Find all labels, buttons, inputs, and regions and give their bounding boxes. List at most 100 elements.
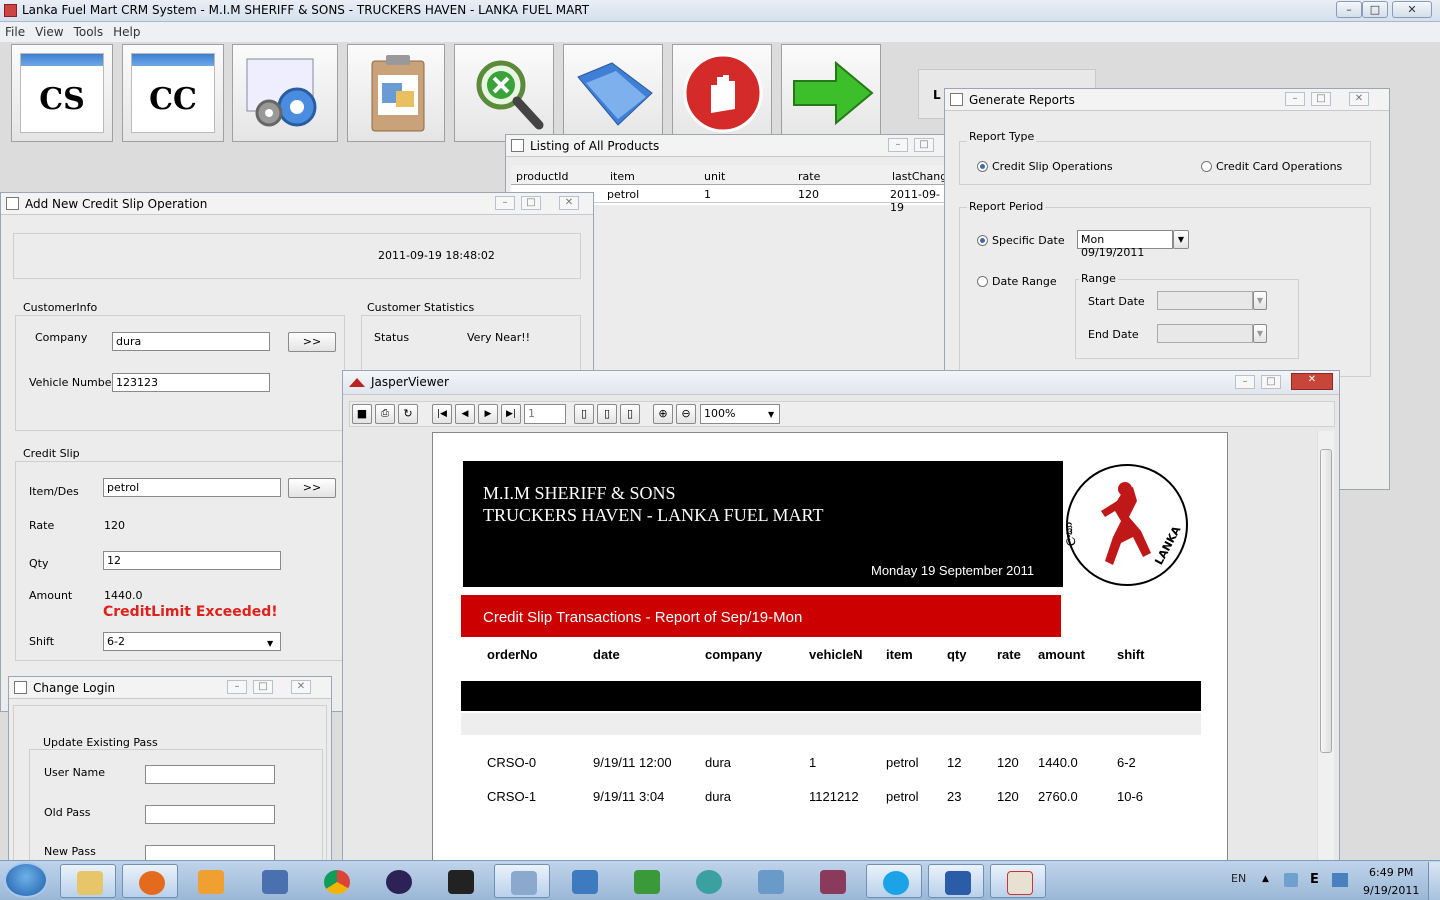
reload-icon[interactable]: ↻ <box>398 404 418 424</box>
close-button[interactable]: ✕ <box>1392 1 1432 18</box>
company-field[interactable]: dura <box>112 332 270 351</box>
settings-button[interactable] <box>232 44 338 142</box>
taskbar-powershell[interactable] <box>556 864 612 898</box>
date-range-radio[interactable] <box>977 276 988 287</box>
col-productid[interactable]: productId <box>516 170 569 183</box>
taskbar-chrome[interactable] <box>308 864 364 898</box>
menu-view[interactable]: View <box>30 22 68 39</box>
scroll-thumb[interactable] <box>1320 449 1332 753</box>
tray-e-icon[interactable]: E <box>1310 872 1319 887</box>
tray-expand-icon[interactable]: ▲ <box>1262 874 1269 884</box>
start-button[interactable] <box>4 862 48 898</box>
taskbar-djrazor[interactable] <box>432 864 488 898</box>
credit-card-button[interactable]: CC <box>122 44 224 142</box>
item-lookup-button[interactable]: >> <box>288 478 336 498</box>
credit-slip-maximize-button[interactable]: □ <box>521 196 541 210</box>
menu-tools[interactable]: Tools <box>69 22 109 39</box>
col-rate[interactable]: rate <box>798 170 820 183</box>
show-desktop-button[interactable] <box>1428 862 1440 900</box>
specific-date-label[interactable]: Specific Date <box>992 234 1065 247</box>
username-field[interactable] <box>145 765 275 784</box>
save-icon[interactable]: ■ <box>352 404 372 424</box>
fit-width-icon[interactable]: ▯ <box>620 404 640 424</box>
taskbar-monitor[interactable] <box>742 864 798 898</box>
taskbar-winrar[interactable] <box>804 864 860 898</box>
products-maximize-button[interactable]: □ <box>914 138 934 152</box>
menu-help[interactable]: Help <box>108 22 145 39</box>
taskbar-virtualbox[interactable] <box>494 864 550 898</box>
credit-card-radio[interactable] <box>1201 161 1212 172</box>
col-item[interactable]: item <box>610 170 635 183</box>
clock-date[interactable]: 9/19/2011 <box>1363 884 1419 897</box>
credit-card-option-label[interactable]: Credit Card Operations <box>1216 160 1342 173</box>
taskbar-media[interactable] <box>182 864 238 898</box>
credit-slip-close-button[interactable]: ✕ <box>559 196 579 210</box>
credit-slip-radio[interactable] <box>977 161 988 172</box>
clipboard-button[interactable] <box>347 44 445 142</box>
jasper-close-button[interactable]: ✕ <box>1291 373 1333 390</box>
stop-button[interactable] <box>672 44 772 142</box>
jasper-maximize-button[interactable]: □ <box>1261 375 1281 389</box>
old-pass-field[interactable] <box>145 805 275 824</box>
col-lastchanged[interactable]: lastChang <box>892 170 947 183</box>
taskbar-word[interactable] <box>928 864 984 898</box>
col-unit[interactable]: unit <box>704 170 725 183</box>
exit-button[interactable] <box>781 44 881 142</box>
login-minimize-button[interactable]: – <box>227 680 247 694</box>
actual-size-icon[interactable]: ▯ <box>574 404 594 424</box>
specific-date-radio[interactable] <box>977 235 988 246</box>
specific-date-field[interactable]: Mon 09/19/2011 <box>1077 230 1173 259</box>
minimize-button[interactable]: – <box>1336 1 1362 18</box>
products-titlebar[interactable]: Listing of All Products – □ <box>506 135 950 157</box>
zoom-in-icon[interactable]: ⊕ <box>653 404 673 424</box>
tray-icon[interactable] <box>1284 873 1298 887</box>
qty-field[interactable]: 12 <box>103 551 281 570</box>
date-picker-button[interactable]: ▼ <box>1173 230 1189 249</box>
end-date-picker-button[interactable]: ▼ <box>1253 324 1267 343</box>
credit-slip-minimize-button[interactable]: – <box>495 196 515 210</box>
clock-time[interactable]: 6:49 PM <box>1369 866 1413 879</box>
company-lookup-button[interactable]: >> <box>288 332 336 352</box>
start-date-field[interactable] <box>1157 291 1253 310</box>
next-page-icon[interactable]: ▶ <box>478 404 498 424</box>
zoom-out-icon[interactable]: ⊖ <box>676 404 696 424</box>
vertical-scrollbar[interactable] <box>1317 431 1334 863</box>
login-close-button[interactable]: ✕ <box>291 680 311 694</box>
item-field[interactable]: petrol <box>103 478 281 497</box>
prev-page-icon[interactable]: ◀ <box>455 404 475 424</box>
reports-maximize-button[interactable]: □ <box>1311 92 1331 106</box>
shift-select[interactable]: 6-2 <box>103 632 281 651</box>
jasper-minimize-button[interactable]: – <box>1235 375 1255 389</box>
credit-slip-button[interactable]: CS <box>11 44 113 142</box>
taskbar-eclipse[interactable] <box>370 864 426 898</box>
network-tray-icon[interactable] <box>1332 873 1348 887</box>
taskbar-java[interactable] <box>990 864 1046 898</box>
start-date-picker-button[interactable]: ▼ <box>1253 291 1267 310</box>
search-delete-button[interactable] <box>454 44 554 142</box>
credit-slip-titlebar[interactable]: Add New Credit Slip Operation – □ ✕ <box>1 193 593 215</box>
language-indicator[interactable]: EN <box>1231 872 1246 885</box>
taskbar-skype[interactable] <box>866 864 922 898</box>
taskbar-explorer[interactable] <box>60 864 116 898</box>
taskbar-app-green[interactable] <box>618 864 674 898</box>
print-icon[interactable]: ⎙ <box>375 404 395 424</box>
reports-titlebar[interactable]: Generate Reports – □ ✕ <box>945 89 1389 111</box>
reports-minimize-button[interactable]: – <box>1285 92 1305 106</box>
end-date-field[interactable] <box>1157 324 1253 343</box>
page-number-field[interactable]: 1 <box>524 404 566 424</box>
maximize-button[interactable]: □ <box>1362 1 1388 18</box>
last-page-icon[interactable]: ▶| <box>501 404 521 424</box>
credit-slip-option-label[interactable]: Credit Slip Operations <box>992 160 1113 173</box>
menu-file[interactable]: File <box>0 22 30 39</box>
jasper-titlebar[interactable]: JasperViewer – □ ✕ <box>343 371 1339 395</box>
products-minimize-button[interactable]: – <box>888 138 908 152</box>
taskbar-tws[interactable] <box>680 864 736 898</box>
fit-page-icon[interactable]: ▯ <box>597 404 617 424</box>
first-page-icon[interactable]: |◀ <box>432 404 452 424</box>
taskbar-firefox[interactable] <box>122 864 178 898</box>
reports-close-button[interactable]: ✕ <box>1349 92 1369 106</box>
taskbar-network[interactable] <box>246 864 302 898</box>
folder-button[interactable] <box>563 44 663 142</box>
change-login-titlebar[interactable]: Change Login – □ ✕ <box>9 677 331 699</box>
vehicle-field[interactable]: 123123 <box>112 373 270 392</box>
